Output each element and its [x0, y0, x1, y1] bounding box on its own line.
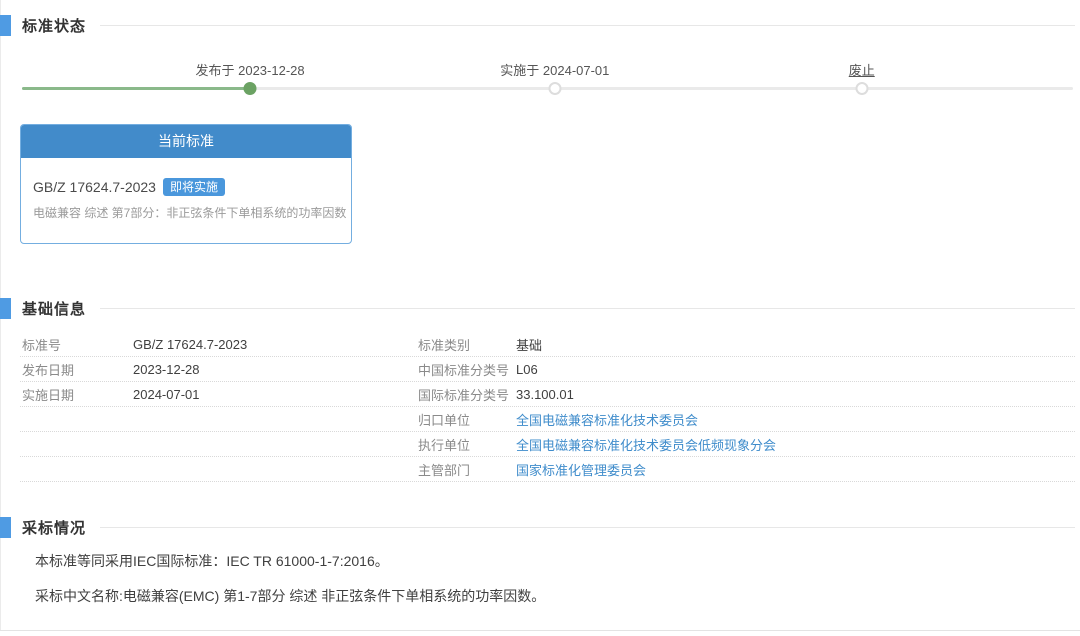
standard-code: GB/Z 17624.7-2023	[33, 179, 156, 195]
timeline-progress	[22, 87, 250, 90]
field-value: 2024-07-01	[133, 387, 418, 402]
table-row: 实施日期 2024-07-01 国际标准分类号 33.100.01	[20, 382, 1075, 407]
field-label: 标准号	[20, 335, 133, 354]
field-label: 归口单位	[418, 410, 516, 429]
timeline-dot-published	[244, 82, 257, 95]
table-row: 归口单位 全国电磁兼容标准化技术委员会	[20, 407, 1075, 432]
section-title-status: 标准状态	[22, 15, 86, 36]
timeline-dot-implemented	[548, 82, 561, 95]
timeline-label-implemented: 实施于 2024-07-01	[500, 60, 609, 79]
field-value: 基础	[516, 335, 1075, 354]
table-row: 执行单位 全国电磁兼容标准化技术委员会低频现象分会	[20, 432, 1075, 457]
field-label: 标准类别	[418, 335, 516, 354]
section-marker-icon	[0, 15, 11, 36]
section-marker-icon	[0, 517, 11, 538]
section-divider-line	[100, 527, 1075, 528]
section-header-adoption: 采标情况	[0, 517, 1075, 538]
field-label: 实施日期	[20, 385, 133, 404]
field-label: 主管部门	[418, 460, 516, 479]
field-value: GB/Z 17624.7-2023	[133, 337, 418, 352]
field-value: 33.100.01	[516, 387, 1075, 402]
timeline-label-published: 发布于 2023-12-28	[196, 60, 305, 79]
table-row: 发布日期 2023-12-28 中国标准分类号 L06	[20, 357, 1075, 382]
standard-detail-page: 标准状态 发布于 2023-12-28 实施于 2024-07-01 废止 当前…	[0, 0, 1080, 636]
field-label: 执行单位	[418, 435, 516, 454]
executor-link[interactable]: 全国电磁兼容标准化技术委员会低频现象分会	[516, 438, 776, 453]
adoption-statement: 本标准等同采用IEC国际标准：IEC TR 61000-1-7:2016。	[35, 551, 389, 571]
page-bottom-border	[0, 630, 1080, 631]
committee-link[interactable]: 全国电磁兼容标准化技术委员会	[516, 413, 698, 428]
field-value: L06	[516, 362, 1075, 377]
table-row: 主管部门 国家标准化管理委员会	[20, 457, 1075, 482]
adoption-chinese-name: 采标中文名称:电磁兼容(EMC) 第1-7部分 综述 非正弦条件下单相系统的功率…	[35, 586, 545, 606]
basic-info-table: 标准号 GB/Z 17624.7-2023 标准类别 基础 发布日期 2023-…	[20, 332, 1075, 482]
current-standard-card: 当前标准 GB/Z 17624.7-2023 即将实施 电磁兼容 综述 第7部分…	[20, 124, 352, 244]
field-value: 2023-12-28	[133, 362, 418, 377]
section-marker-icon	[0, 298, 11, 319]
field-label: 发布日期	[20, 360, 133, 379]
status-timeline: 发布于 2023-12-28 实施于 2024-07-01 废止	[22, 55, 1073, 100]
field-label: 国际标准分类号	[418, 385, 516, 404]
authority-link[interactable]: 国家标准化管理委员会	[516, 463, 646, 478]
field-label: 中国标准分类号	[418, 360, 516, 379]
timeline-label-revoked[interactable]: 废止	[849, 60, 875, 79]
current-standard-card-header: 当前标准	[21, 125, 351, 158]
status-badge: 即将实施	[163, 178, 225, 196]
standard-name: 电磁兼容 综述 第7部分：非正弦条件下单相系统的功率因数	[33, 204, 339, 221]
current-standard-card-body: GB/Z 17624.7-2023 即将实施 电磁兼容 综述 第7部分：非正弦条…	[21, 158, 351, 221]
section-header-basic: 基础信息	[0, 298, 1075, 319]
section-divider-line	[100, 308, 1075, 309]
section-title-adoption: 采标情况	[22, 517, 86, 538]
table-row: 标准号 GB/Z 17624.7-2023 标准类别 基础	[20, 332, 1075, 357]
section-header-status: 标准状态	[0, 15, 1075, 36]
section-title-basic: 基础信息	[22, 298, 86, 319]
timeline-dot-revoked	[855, 82, 868, 95]
section-divider-line	[100, 25, 1075, 26]
